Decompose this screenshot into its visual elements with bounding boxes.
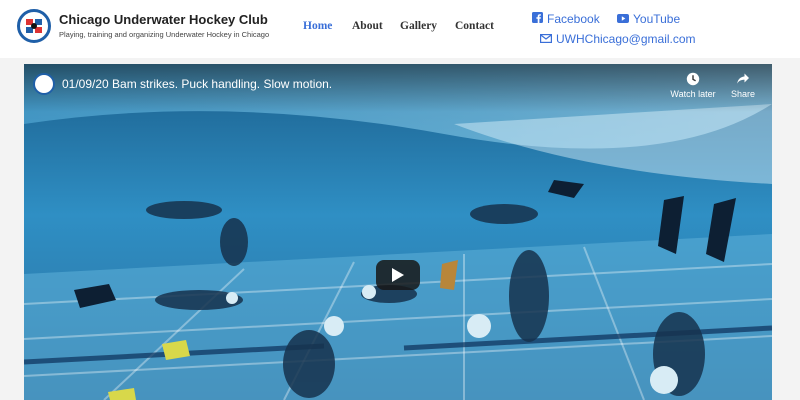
youtube-link[interactable]: YouTube	[617, 11, 680, 26]
site-tagline: Playing, training and organizing Underwa…	[59, 30, 270, 39]
video-thumbnail	[24, 64, 772, 400]
nav-about[interactable]: About	[352, 20, 383, 32]
play-icon	[392, 268, 404, 282]
site-header: Chicago Underwater Hockey Club Playing, …	[0, 0, 800, 58]
watch-later-label: Watch later	[670, 89, 716, 99]
email-link[interactable]: UWHChicago@gmail.com	[540, 31, 696, 46]
share-icon	[737, 73, 749, 84]
facebook-icon	[532, 11, 543, 26]
share-label: Share	[730, 89, 756, 99]
video-title[interactable]: 01/09/20 Bam strikes. Puck handling. Slo…	[62, 77, 332, 91]
nav-contact[interactable]: Contact	[455, 20, 494, 32]
site-title[interactable]: Chicago Underwater Hockey Club	[59, 12, 268, 27]
watch-later-button[interactable]: Watch later	[668, 72, 718, 99]
channel-avatar[interactable]	[33, 73, 55, 95]
club-logo[interactable]	[17, 9, 51, 43]
youtube-icon	[617, 12, 629, 26]
video-player[interactable]: 01/09/20 Bam strikes. Puck handling. Slo…	[24, 64, 772, 400]
nav-gallery[interactable]: Gallery	[400, 20, 437, 32]
facebook-link[interactable]: Facebook	[532, 11, 600, 26]
clock-icon	[686, 72, 700, 86]
nav-home[interactable]: Home	[303, 20, 332, 32]
share-button[interactable]: Share	[718, 72, 768, 99]
play-button[interactable]	[376, 260, 420, 290]
mail-icon	[540, 32, 553, 46]
